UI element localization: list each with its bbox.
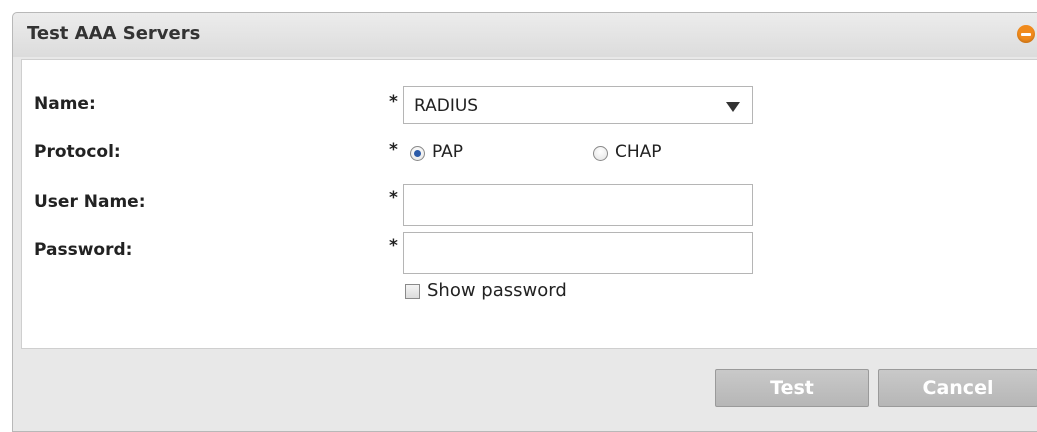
cancel-button[interactable]: Cancel — [878, 369, 1037, 407]
radio-pap[interactable] — [410, 146, 425, 161]
radio-chap-label[interactable]: CHAP — [615, 142, 662, 162]
collapse-icon[interactable] — [1017, 25, 1035, 43]
form-panel: Name: * RADIUS Protocol: * PAP CHAP User… — [21, 59, 1037, 349]
protocol-required-marker: * — [389, 140, 398, 160]
name-select-value: RADIUS — [414, 96, 479, 116]
show-password-checkbox[interactable] — [405, 284, 420, 299]
user-name-required-marker: * — [389, 188, 398, 208]
password-required-marker: * — [389, 236, 398, 256]
dialog-title: Test AAA Servers — [27, 23, 201, 44]
protocol-label: Protocol: — [34, 142, 121, 162]
test-aaa-servers-dialog: Test AAA Servers Name: * RADIUS Protocol… — [12, 12, 1037, 432]
show-password-label[interactable]: Show password — [427, 280, 567, 301]
radio-pap-label[interactable]: PAP — [432, 142, 463, 162]
dialog-titlebar: Test AAA Servers — [13, 13, 1037, 57]
name-required-marker: * — [389, 92, 398, 112]
chevron-down-icon[interactable] — [726, 102, 740, 112]
user-name-label: User Name: — [34, 192, 146, 212]
radio-chap[interactable] — [593, 146, 608, 161]
name-label: Name: — [34, 94, 96, 114]
password-label: Password: — [34, 240, 133, 260]
password-input[interactable] — [403, 232, 753, 274]
name-select[interactable]: RADIUS — [403, 86, 753, 124]
user-name-input[interactable] — [403, 184, 753, 226]
test-button[interactable]: Test — [715, 369, 869, 407]
